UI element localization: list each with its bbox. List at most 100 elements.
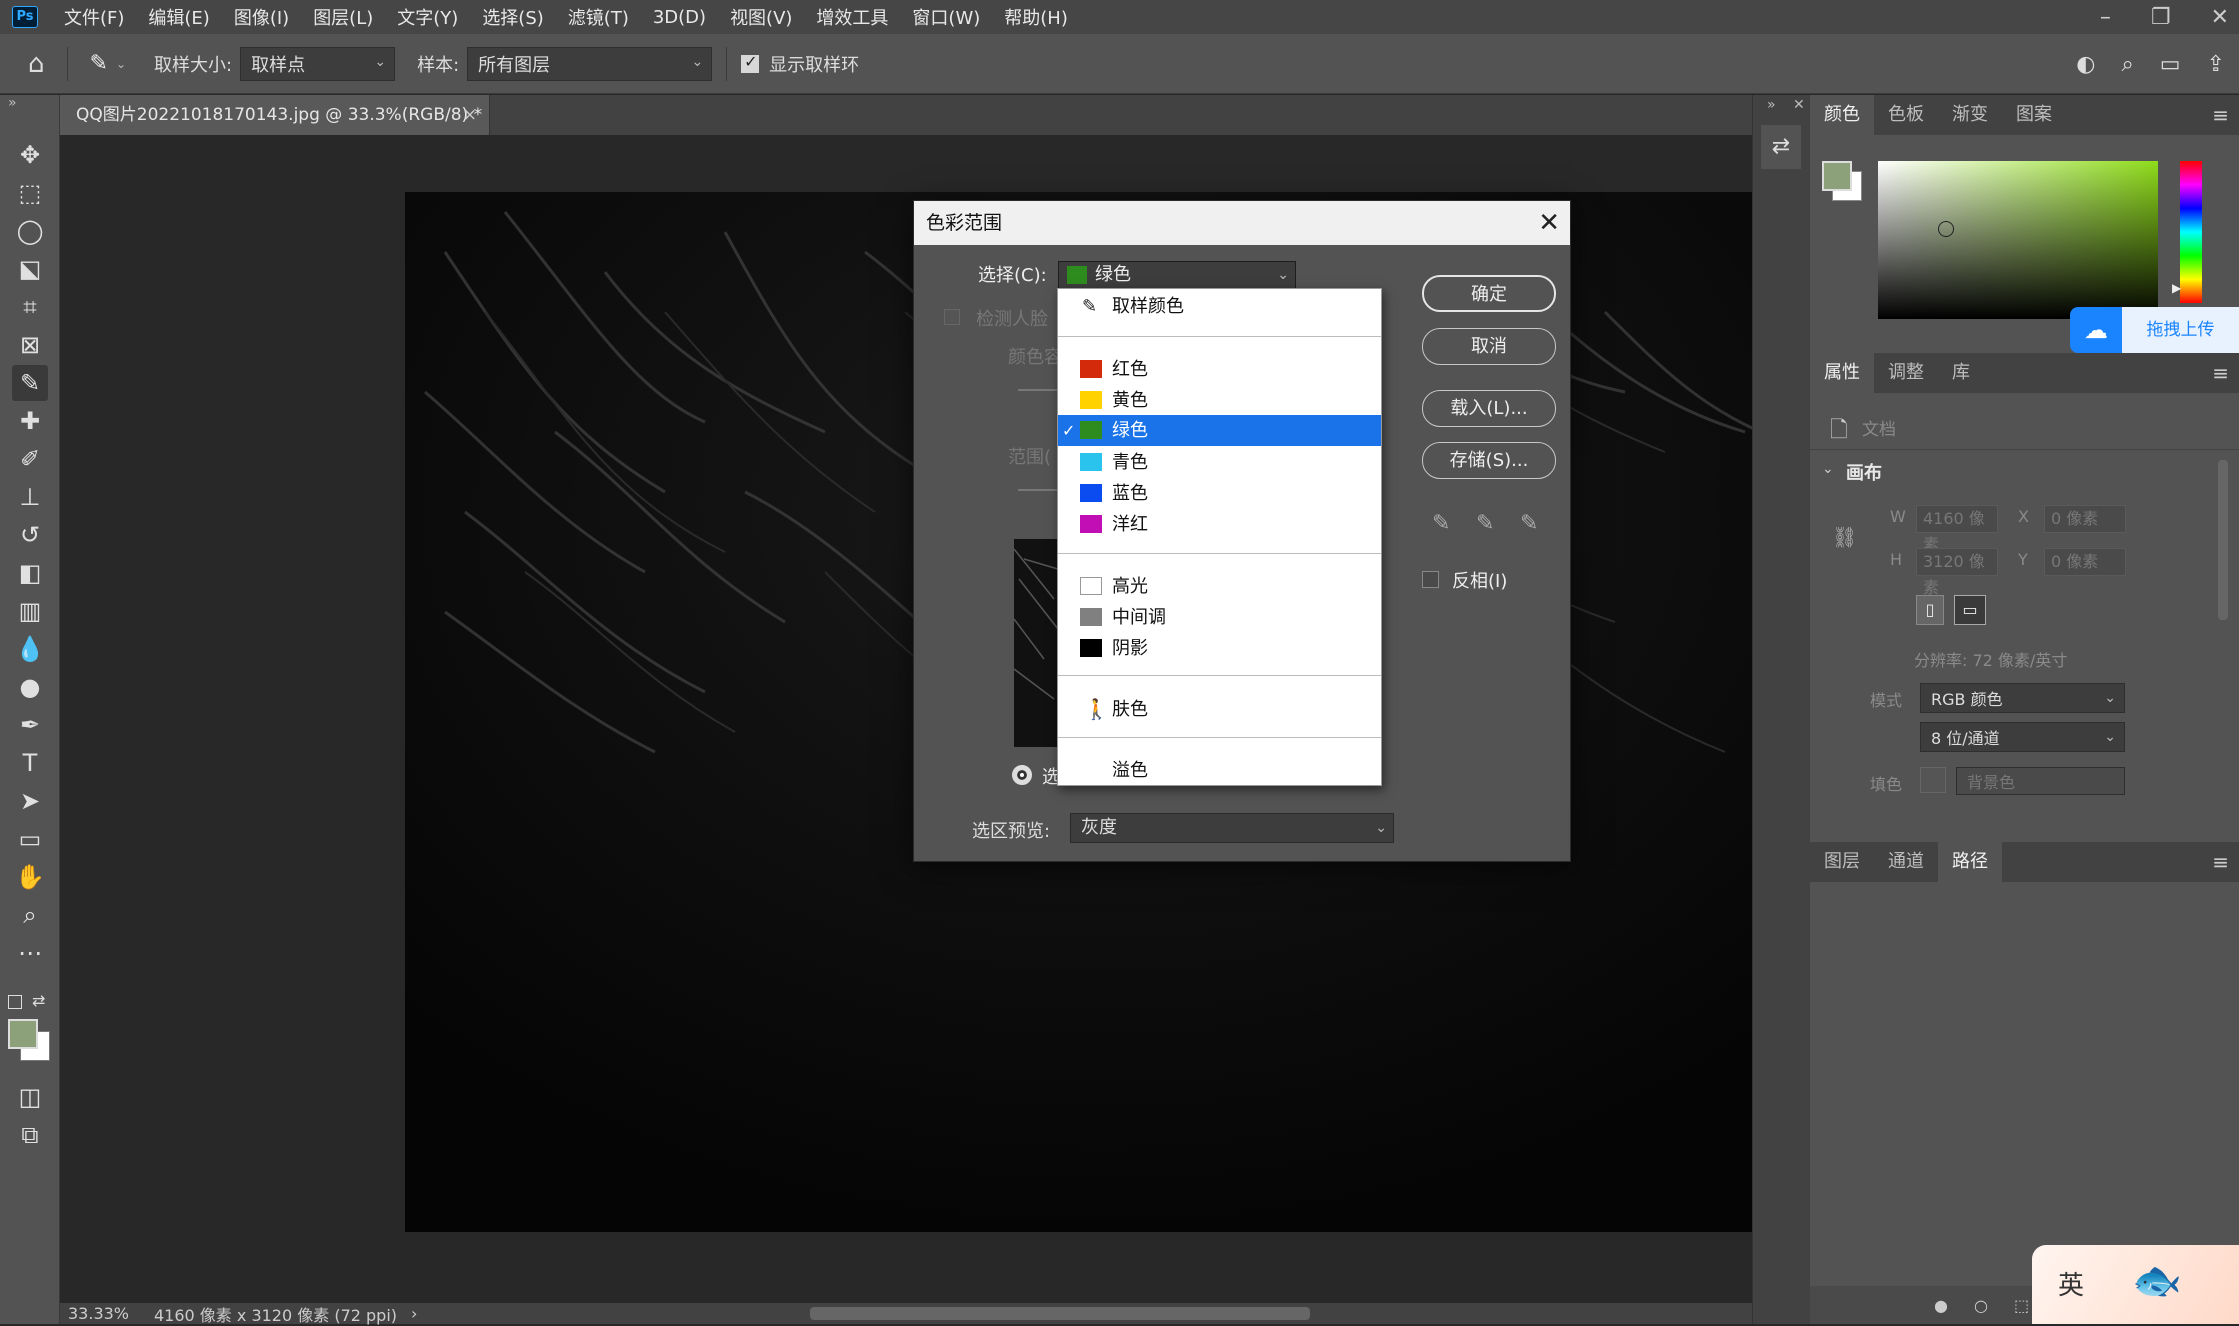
tab-adjustments[interactable]: 调整: [1874, 353, 1938, 393]
foreground-swatch[interactable]: [1822, 161, 1852, 191]
upload-widget[interactable]: ☁ 拖拽上传: [2070, 307, 2239, 353]
menu-edit[interactable]: 编辑(E): [136, 4, 221, 30]
lasso-tool-icon[interactable]: ◯: [12, 213, 48, 249]
mode-select[interactable]: RGB 颜色 ⌄: [1920, 683, 2125, 713]
dropdown-item-magenta[interactable]: 洋红: [1058, 509, 1381, 540]
fill-swatch[interactable]: [1920, 767, 1946, 793]
stamp-tool-icon[interactable]: ⊥: [12, 479, 48, 515]
menu-file[interactable]: 文件(F): [52, 4, 136, 30]
color-picker-cursor[interactable]: [1938, 221, 1954, 237]
ok-button[interactable]: 确定: [1422, 275, 1556, 312]
preview-select[interactable]: 灰度 ⌄: [1070, 813, 1394, 843]
pen-tool-icon[interactable]: ✒: [12, 707, 48, 743]
menu-help[interactable]: 帮助(H): [992, 4, 1080, 30]
menu-select[interactable]: 选择(S): [470, 4, 555, 30]
link-icon[interactable]: ⛓: [1832, 525, 1857, 549]
dropdown-item-skin-tones[interactable]: 🚶 肤色: [1058, 694, 1381, 725]
horizontal-scroll-thumb[interactable]: [810, 1307, 1310, 1320]
dropdown-item-blue[interactable]: 蓝色: [1058, 478, 1381, 509]
status-arrow-icon[interactable]: ›: [411, 1304, 417, 1323]
foreground-color-swatch[interactable]: [8, 1019, 38, 1049]
more-tools-icon[interactable]: ⋯: [12, 935, 48, 971]
hue-slider-handle-icon[interactable]: ▶: [2172, 281, 2181, 295]
home-icon[interactable]: ⌂: [28, 49, 45, 79]
eyedropper-tool-icon[interactable]: ✎: [90, 51, 108, 76]
zoom-tool-icon[interactable]: ⌕: [12, 897, 48, 933]
dropdown-item-sampled-colors[interactable]: ✎ 取样颜色: [1058, 291, 1381, 322]
gradient-tool-icon[interactable]: ▥: [12, 593, 48, 629]
type-tool-icon[interactable]: T: [12, 745, 48, 781]
screen-mode-icon[interactable]: ⧉: [12, 1117, 48, 1153]
brush-tool-icon[interactable]: ✐: [12, 441, 48, 477]
dropdown-item-midtones[interactable]: 中间调: [1058, 602, 1381, 633]
document-tab[interactable]: QQ图片20221018170143.jpg @ 33.3%(RGB/8) * …: [60, 95, 490, 135]
tab-libraries[interactable]: 库: [1938, 353, 1984, 393]
quick-mask-icon[interactable]: ◫: [12, 1079, 48, 1115]
blur-tool-icon[interactable]: 💧: [12, 631, 48, 667]
range-slider[interactable]: [1018, 489, 1058, 491]
crop-tool-icon[interactable]: ⌗: [12, 289, 48, 325]
dodge-tool-icon[interactable]: ●: [12, 669, 48, 705]
default-colors-icon[interactable]: [8, 995, 22, 1009]
landscape-orientation-icon[interactable]: ▭: [1954, 595, 1986, 625]
menu-image[interactable]: 图像(I): [222, 4, 301, 30]
hue-slider[interactable]: [2180, 161, 2202, 303]
zoom-level[interactable]: 33.33%: [68, 1304, 138, 1323]
tab-channels[interactable]: 通道: [1874, 842, 1938, 882]
workspace-icon[interactable]: ▭: [2160, 52, 2181, 77]
tolerance-slider[interactable]: [1018, 389, 1058, 391]
eyedropper-icon[interactable]: ✎: [1432, 511, 1450, 536]
fill-path-icon[interactable]: ●: [1934, 1296, 1948, 1315]
dropdown-item-red[interactable]: 红色: [1058, 354, 1381, 385]
color-picker-field[interactable]: [1878, 161, 2158, 319]
chevron-down-icon[interactable]: ⌄: [116, 57, 126, 71]
menu-view[interactable]: 视图(V): [718, 4, 804, 30]
sample-size-select[interactable]: 取样点 ⌄: [240, 46, 396, 81]
tab-gradients[interactable]: 渐变: [1938, 95, 2002, 135]
eyedropper-plus-icon[interactable]: ✎: [1476, 511, 1494, 536]
tab-color[interactable]: 颜色: [1810, 95, 1874, 135]
sample-select[interactable]: 所有图层 ⌄: [467, 46, 713, 81]
hand-tool-icon[interactable]: ✋: [12, 859, 48, 895]
marquee-tool-icon[interactable]: ⬚: [12, 175, 48, 211]
stroke-path-icon[interactable]: ○: [1974, 1296, 1988, 1315]
x-field[interactable]: 0 像素: [2044, 505, 2126, 533]
height-field[interactable]: 3120 像素: [1916, 548, 1998, 597]
panel-menu-icon[interactable]: ≡: [2212, 361, 2229, 385]
close-panel-icon[interactable]: ✕: [1793, 97, 1805, 113]
select-dropdown[interactable]: 绿色 ⌄: [1058, 261, 1296, 289]
tab-swatches[interactable]: 色板: [1874, 95, 1938, 135]
load-button[interactable]: 载入(L)...: [1422, 390, 1556, 427]
tab-properties[interactable]: 属性: [1810, 353, 1874, 393]
minimize-icon[interactable]: –: [2100, 5, 2111, 30]
dropdown-item-green[interactable]: ✓ 绿色: [1058, 415, 1381, 446]
dropdown-item-yellow[interactable]: 黄色: [1058, 385, 1381, 416]
share-user-icon[interactable]: ◐: [2076, 52, 2095, 77]
y-field[interactable]: 0 像素: [2044, 548, 2126, 576]
history-panel-icon[interactable]: ⇄: [1761, 125, 1801, 169]
path-select-icon[interactable]: ➤: [12, 783, 48, 819]
invert-checkbox[interactable]: [1422, 571, 1439, 588]
menu-type[interactable]: 文字(Y): [385, 4, 470, 30]
bit-depth-select[interactable]: 8 位/通道 ⌄: [1920, 722, 2125, 752]
close-icon[interactable]: ✕: [1538, 201, 1560, 245]
tab-paths[interactable]: 路径: [1938, 842, 2002, 882]
width-field[interactable]: 4160 像素: [1916, 505, 1998, 554]
close-tab-icon[interactable]: ×: [463, 95, 477, 135]
photoshop-logo[interactable]: Ps: [12, 6, 38, 28]
eyedropper-tool-icon[interactable]: ✎: [12, 365, 48, 401]
eyedropper-minus-icon[interactable]: ✎: [1520, 511, 1538, 536]
frame-tool-icon[interactable]: ⊠: [12, 327, 48, 363]
cancel-button[interactable]: 取消: [1422, 328, 1556, 365]
share-icon[interactable]: ⇪: [2207, 52, 2225, 77]
document-info[interactable]: 4160 像素 x 3120 像素 (72 ppi): [154, 1302, 397, 1326]
object-select-tool-icon[interactable]: ⬕: [12, 251, 48, 287]
close-icon[interactable]: ✕: [2211, 5, 2229, 30]
tab-layers[interactable]: 图层: [1810, 842, 1874, 882]
menu-layer[interactable]: 图层(L): [301, 4, 385, 30]
panel-menu-icon[interactable]: ≡: [2212, 850, 2229, 874]
restore-icon[interactable]: ❐: [2151, 5, 2171, 30]
collapse-icon[interactable]: »: [8, 95, 17, 111]
dropdown-item-cyan[interactable]: 青色: [1058, 447, 1381, 478]
move-tool-icon[interactable]: ✥: [12, 137, 48, 173]
